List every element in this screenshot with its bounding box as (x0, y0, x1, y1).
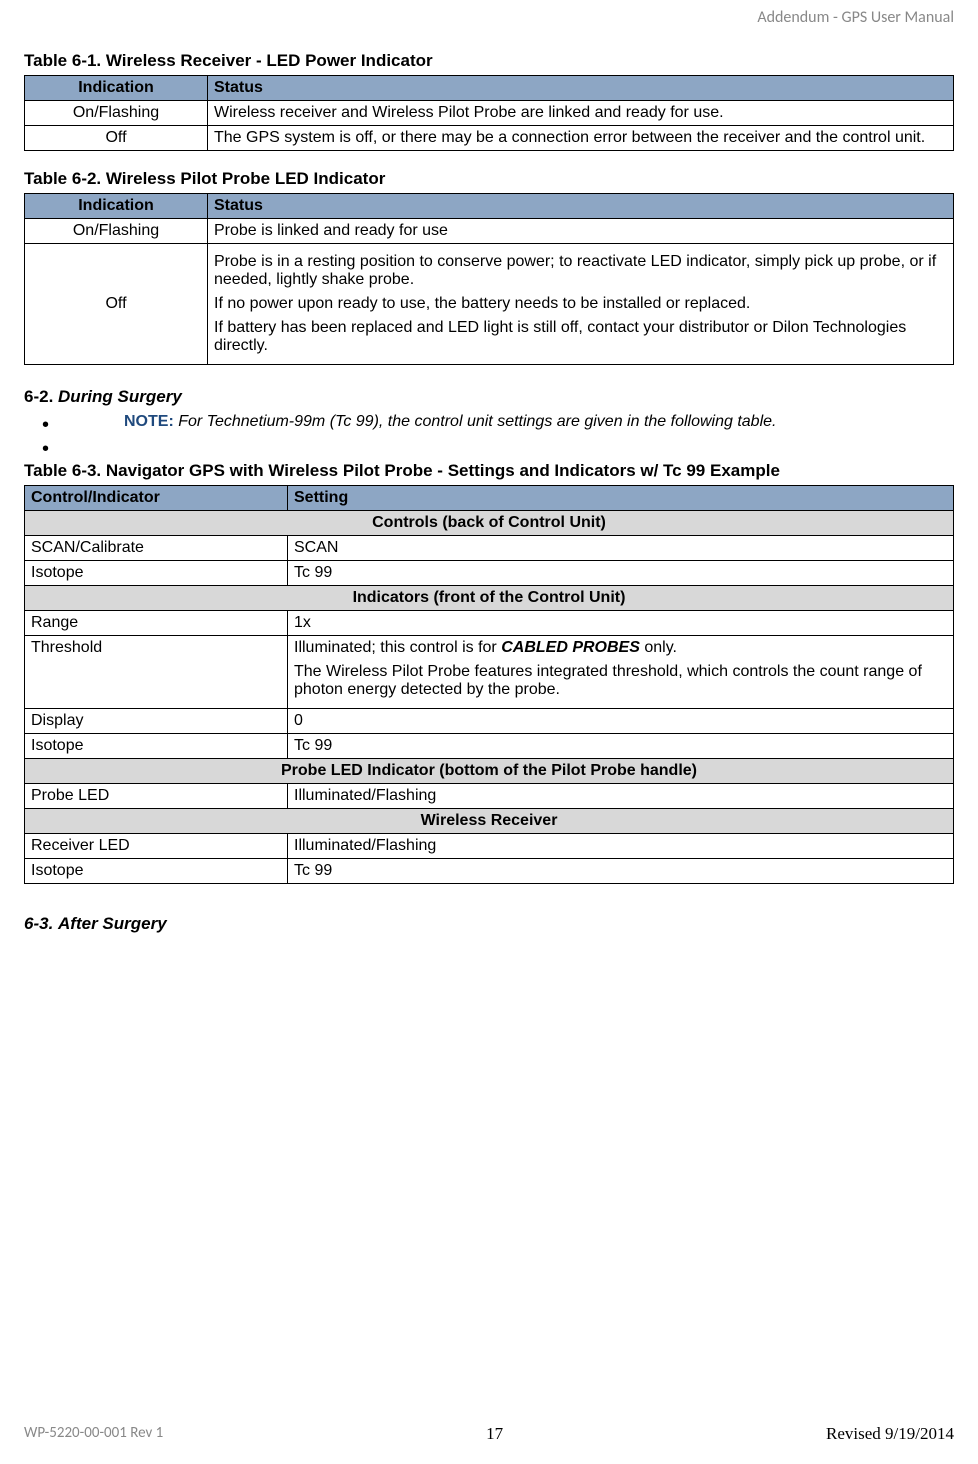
table-row: Isotope Tc 99 (25, 561, 954, 586)
section-label: Wireless Receiver (25, 809, 954, 834)
status-line: Probe is in a resting position to conser… (214, 253, 947, 289)
cell-control: Display (25, 709, 288, 734)
table-row: Indication Status (25, 194, 954, 219)
cell-status: Wireless receiver and Wireless Pilot Pro… (208, 101, 954, 126)
cell-indication: Off (25, 126, 208, 151)
table-6-2-title: Table 6-2. Wireless Pilot Probe LED Indi… (24, 169, 954, 189)
note-text: For Technetium-99m (Tc 99), the control … (174, 413, 777, 430)
table-row: Off The GPS system is off, or there may … (25, 126, 954, 151)
empty-bullet: • (42, 437, 954, 459)
table-row: Range 1x (25, 611, 954, 636)
cell-control: SCAN/Calibrate (25, 536, 288, 561)
col-header-control: Control/Indicator (25, 486, 288, 511)
col-header-setting: Setting (288, 486, 954, 511)
page: Addendum - GPS User Manual Table 6-1. Wi… (0, 0, 978, 1464)
cell-indication: On/Flashing (25, 219, 208, 244)
cell-setting: Tc 99 (288, 561, 954, 586)
table-row: Isotope Tc 99 (25, 734, 954, 759)
table-section-row: Probe LED Indicator (bottom of the Pilot… (25, 759, 954, 784)
table-6-1: Indication Status On/Flashing Wireless r… (24, 75, 954, 151)
footer-right: Revised 9/19/2014 (826, 1424, 954, 1444)
table-row: Isotope Tc 99 (25, 859, 954, 884)
emphasis: CABLED PROBES (501, 639, 640, 656)
cell-setting: Tc 99 (288, 859, 954, 884)
col-header-status: Status (208, 194, 954, 219)
col-header-indication: Indication (25, 194, 208, 219)
status-line: If no power upon ready to use, the batte… (214, 295, 947, 313)
table-section-row: Controls (back of Control Unit) (25, 511, 954, 536)
footer-left: WP-5220-00-001 Rev 1 (24, 1424, 163, 1444)
footer-page-number: 17 (486, 1424, 503, 1444)
bullet-icon: • (42, 437, 124, 459)
cell-control: Threshold (25, 636, 288, 709)
cell-control: Probe LED (25, 784, 288, 809)
cell-control: Isotope (25, 859, 288, 884)
section-6-3-heading: 6-3. After Surgery (24, 914, 954, 934)
table-row: On/Flashing Wireless receiver and Wirele… (25, 101, 954, 126)
bullet-icon: • (42, 413, 124, 435)
section-title: During Surgery (58, 387, 182, 406)
note-label: NOTE: (124, 413, 174, 430)
cell-setting: Illuminated/Flashing (288, 784, 954, 809)
cell-indication: On/Flashing (25, 101, 208, 126)
cell-setting: Illuminated/Flashing (288, 834, 954, 859)
cell-setting: Tc 99 (288, 734, 954, 759)
col-header-status: Status (208, 76, 954, 101)
table-6-1-title: Table 6-1. Wireless Receiver - LED Power… (24, 51, 954, 71)
col-header-indication: Indication (25, 76, 208, 101)
note-block: • NOTE: For Technetium-99m (Tc 99), the … (42, 413, 954, 435)
table-row: Indication Status (25, 76, 954, 101)
cell-setting: 1x (288, 611, 954, 636)
table-row: Control/Indicator Setting (25, 486, 954, 511)
table-row: SCAN/Calibrate SCAN (25, 536, 954, 561)
table-section-row: Indicators (front of the Control Unit) (25, 586, 954, 611)
setting-line: The Wireless Pilot Probe features integr… (294, 663, 947, 699)
note-content: NOTE: For Technetium-99m (Tc 99), the co… (124, 413, 776, 431)
cell-control: Range (25, 611, 288, 636)
section-label: Controls (back of Control Unit) (25, 511, 954, 536)
cell-setting: SCAN (288, 536, 954, 561)
setting-line: Illuminated; this control is for CABLED … (294, 639, 947, 657)
table-6-2: Indication Status On/Flashing Probe is l… (24, 193, 954, 365)
table-row: Threshold Illuminated; this control is f… (25, 636, 954, 709)
status-line: If battery has been replaced and LED lig… (214, 319, 947, 355)
cell-control: Isotope (25, 561, 288, 586)
table-6-3: Control/Indicator Setting Controls (back… (24, 485, 954, 884)
table-row: On/Flashing Probe is linked and ready fo… (25, 219, 954, 244)
cell-control: Receiver LED (25, 834, 288, 859)
section-6-2-heading: 6-2. During Surgery (24, 387, 954, 407)
table-row: Receiver LED Illuminated/Flashing (25, 834, 954, 859)
section-label: Indicators (front of the Control Unit) (25, 586, 954, 611)
cell-status: Probe is linked and ready for use (208, 219, 954, 244)
table-6-3-title: Table 6-3. Navigator GPS with Wireless P… (24, 461, 954, 481)
table-section-row: Wireless Receiver (25, 809, 954, 834)
table-row: Off Probe is in a resting position to co… (25, 244, 954, 365)
cell-status: The GPS system is off, or there may be a… (208, 126, 954, 151)
header-right: Addendum - GPS User Manual (24, 8, 954, 27)
cell-status: Probe is in a resting position to conser… (208, 244, 954, 365)
section-title: After Surgery (58, 914, 167, 933)
cell-setting: Illuminated; this control is for CABLED … (288, 636, 954, 709)
cell-indication: Off (25, 244, 208, 365)
section-num: 6-3. (24, 914, 53, 933)
table-row: Display 0 (25, 709, 954, 734)
cell-setting: 0 (288, 709, 954, 734)
content: Table 6-1. Wireless Receiver - LED Power… (24, 27, 954, 1394)
cell-control: Isotope (25, 734, 288, 759)
footer: WP-5220-00-001 Rev 1 17 Revised 9/19/201… (24, 1424, 954, 1444)
section-label: Probe LED Indicator (bottom of the Pilot… (25, 759, 954, 784)
table-row: Probe LED Illuminated/Flashing (25, 784, 954, 809)
section-num: 6-2. (24, 387, 53, 406)
